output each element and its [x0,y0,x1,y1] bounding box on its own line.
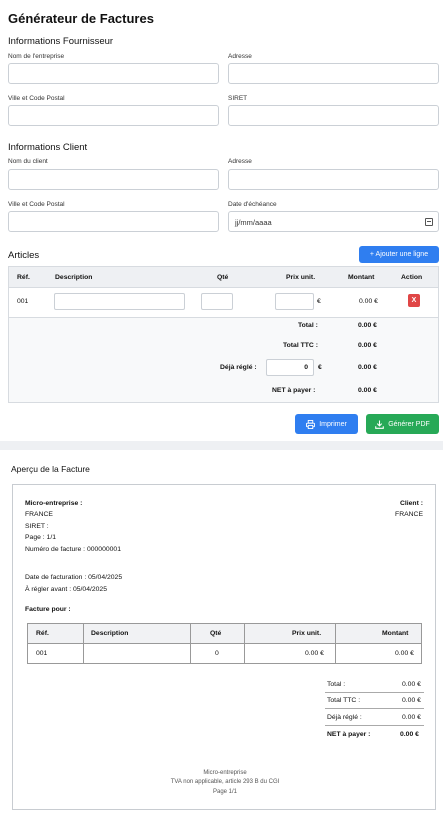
preview-net-value: 0.00 € [400,731,419,738]
client-address-label: Adresse [228,158,252,165]
supplier-country: FRANCE [25,511,53,518]
ttc-value: 0.00 € [358,342,377,349]
add-line-button[interactable]: + Ajouter une ligne [359,246,439,263]
supplier-city-label: Ville et Code Postal [8,95,65,102]
footer-line-1: Micro-entreprise [203,770,247,776]
header-qty: Qté [217,274,229,281]
client-address-input[interactable] [228,169,439,190]
preview-total-value: 0.00 € [402,681,421,688]
preview-total-label: Total : [327,681,346,688]
supplier-siret-input[interactable] [228,105,439,126]
supplier-company-label: Nom de l'entreprise [8,53,65,60]
supplier-siret: SIRET : [25,523,49,530]
row-ref: 001 [17,298,29,305]
due-date: À régler avant : 05/04/2025 [25,586,107,593]
page-title: Générateur de Factures [8,11,154,26]
net-value: 0.00 € [358,387,377,394]
total-label: Total : [298,322,318,329]
header-amount: Montant [348,274,375,281]
supplier-siret-label: SIRET [228,95,248,102]
header-unit-price: Prix unit. [286,274,316,281]
paid-currency: € [318,364,322,371]
print-button[interactable]: Imprimer [295,414,358,434]
invoice-number: Numéro de facture : 000000001 [25,546,121,553]
printer-icon [306,419,316,429]
row-description-input[interactable] [54,293,185,310]
preview-paid-label: Déjà réglé : [327,714,362,721]
row-price-input[interactable] [275,293,314,310]
preview-row-price: 0.00 € [305,650,324,657]
paid-label: Déjà réglé : [220,364,257,371]
preview-paid-value: 0.00 € [402,714,421,721]
preview-header-unit-price: Prix unit. [292,630,322,637]
ttc-label: Total TTC : [283,342,318,349]
page-indicator: Page : 1/1 [25,534,56,541]
footer-line-3: Page 1/1 [212,789,238,795]
invoice-preview-paper: Micro-entreprise : FRANCE SIRET : Page :… [12,484,436,810]
invoice-date: Date de facturation : 05/04/2025 [25,574,123,581]
generate-pdf-label: Générer PDF [388,420,430,428]
preview-header-description: Description [91,630,129,637]
supplier-heading: Micro-entreprise : [25,500,83,507]
delete-row-button[interactable]: X [408,294,420,307]
preview-header-ref: Réf. [36,630,49,637]
preview-header-qty: Qté [210,630,222,637]
preview-net-label: NET à payer : [327,731,371,738]
header-description: Description [55,274,93,281]
invoice-form: Générateur de Factures Informations Four… [0,0,443,441]
client-due-label: Date d'échéance [228,201,277,208]
preview-row-ref: 001 [36,650,48,657]
header-action: Action [401,274,423,281]
download-icon [375,419,385,429]
client-city-label: Ville et Code Postal [8,201,65,208]
section-divider [0,441,443,450]
footer-line-2: TVA non applicable, article 293 B du CGI [170,779,280,785]
preview-row-amount: 0.00 € [395,650,414,657]
print-label: Imprimer [319,420,347,428]
row-currency: € [317,298,321,305]
articles-title: Articles [8,250,40,261]
client-name-label: Nom du client [8,158,48,165]
calendar-icon[interactable] [425,218,433,226]
preview-items-table: Réf. Description Qté Prix unit. Montant … [27,623,422,664]
row-qty-input[interactable] [201,293,233,310]
supplier-city-input[interactable] [8,105,219,126]
preview-row-qty: 0 [215,650,219,657]
net-label: NET à payer : [272,387,316,394]
client-section-title: Informations Client [8,142,88,153]
header-ref: Réf. [17,274,30,281]
bill-to-heading: Facture pour : [25,606,71,613]
preview-title: Aperçu de la Facture [11,464,90,474]
preview-header-amount: Montant [382,630,409,637]
due-date-placeholder: jj/mm/aaaa [235,218,272,227]
supplier-address-input[interactable] [228,63,439,84]
preview-ttc-label: Total TTC : [327,697,361,704]
paid-input[interactable]: 0 [266,359,314,376]
preview-ttc-value: 0.00 € [402,697,421,704]
generate-pdf-button[interactable]: Générer PDF [366,414,439,434]
supplier-company-input[interactable] [8,63,219,84]
supplier-section-title: Informations Fournisseur [8,36,114,47]
total-value: 0.00 € [358,322,377,329]
client-name-input[interactable] [8,169,219,190]
supplier-address-label: Adresse [228,53,252,60]
client-heading: Client : [399,500,423,507]
client-city-input[interactable] [8,211,219,232]
paid-input-value: 0 [304,364,308,371]
client-due-date-input[interactable]: jj/mm/aaaa [228,211,439,232]
articles-table: Réf. Description Qté Prix unit. Montant … [8,266,439,403]
paid-value: 0.00 € [358,364,377,371]
client-country: FRANCE [395,511,423,518]
row-amount: 0.00 € [359,298,378,305]
